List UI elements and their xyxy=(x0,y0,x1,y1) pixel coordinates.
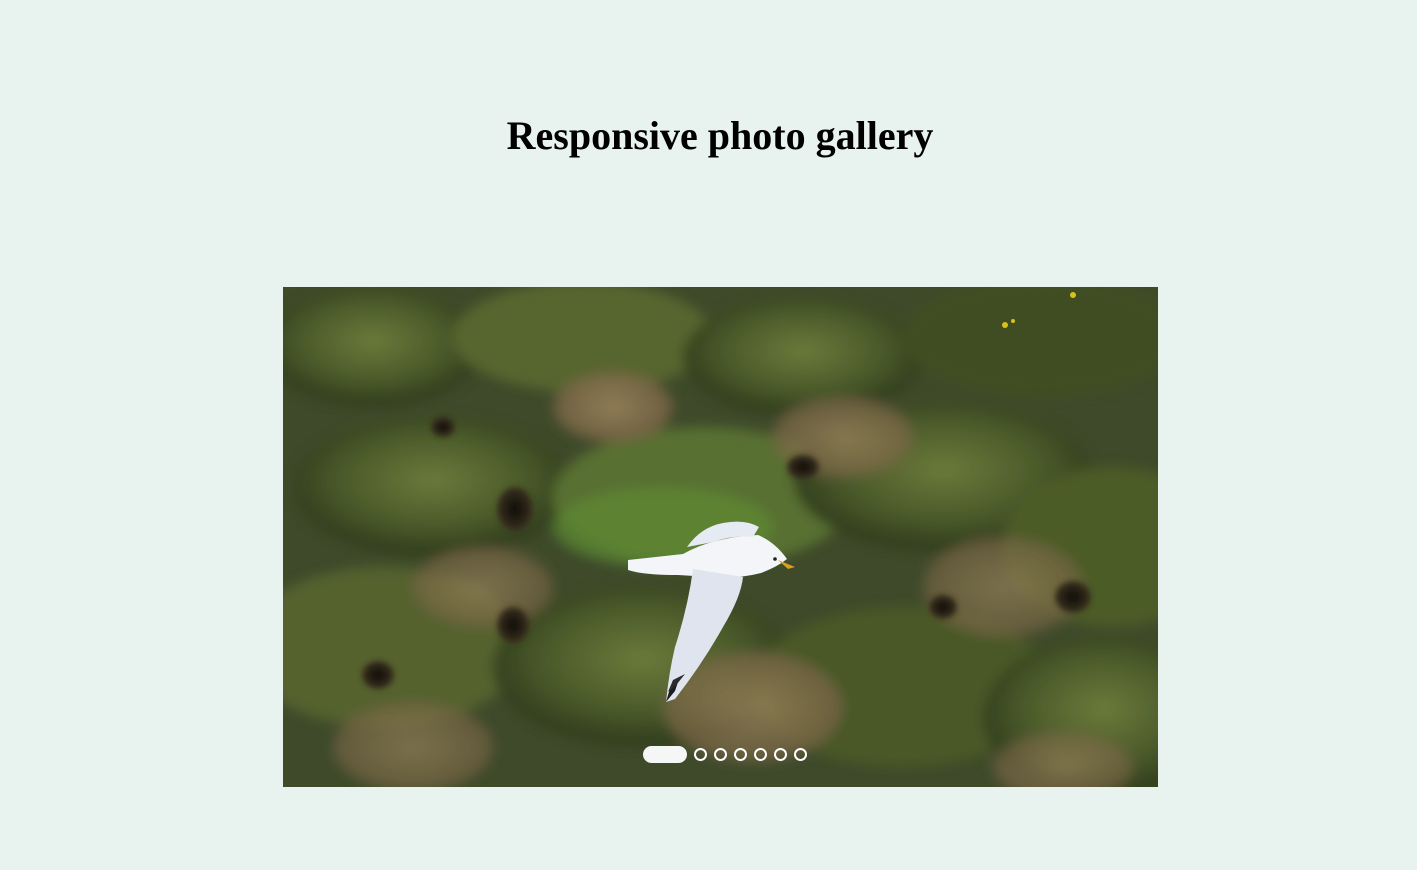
slide-indicator-5[interactable] xyxy=(753,748,767,761)
slide-indicator-7[interactable] xyxy=(793,748,807,761)
gallery-slide-image xyxy=(283,287,1158,787)
slide-indicator-3[interactable] xyxy=(713,748,727,761)
page-title: Responsive photo gallery xyxy=(506,113,934,158)
slide-indicators xyxy=(283,746,1158,763)
slide-indicator-2[interactable] xyxy=(693,748,707,761)
slide-indicator-6[interactable] xyxy=(773,748,787,761)
slide-indicator-1[interactable] xyxy=(642,746,687,763)
photo-gallery-slider[interactable] xyxy=(283,287,1158,787)
slide-indicator-4[interactable] xyxy=(733,748,747,761)
